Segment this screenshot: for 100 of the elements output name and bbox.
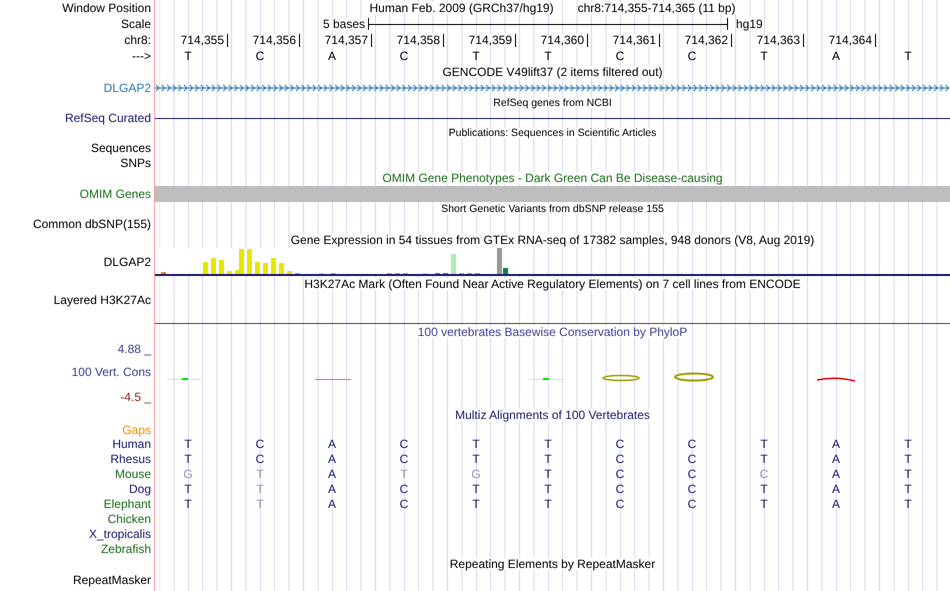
aligned-base: T xyxy=(256,468,264,480)
track-title[interactable]: Repeating Elements by RepeatMasker xyxy=(450,558,656,570)
aligned-base: T xyxy=(760,482,768,494)
base-letter: T xyxy=(760,50,768,62)
aligned-base: A xyxy=(832,438,840,450)
track-label[interactable]: Sequences xyxy=(90,142,151,154)
aligned-base: T xyxy=(544,468,552,480)
aligned-base: T xyxy=(184,482,192,494)
assembly-name: hg19 xyxy=(736,17,763,31)
aligned-base: T xyxy=(184,498,192,510)
track-title[interactable]: GENCODE V49lift37 (2 items filtered out) xyxy=(442,66,663,78)
track-title[interactable]: Short Genetic Variants from dbSNP release 155 xyxy=(441,204,664,214)
aligned-base: T xyxy=(904,498,912,510)
assembly-title: Human Feb. 2009 (GRCh37/hg19) xyxy=(369,2,554,14)
coordinate-tick: 714,357 xyxy=(324,34,372,46)
coordinate-tick: 714,363 xyxy=(756,34,804,46)
aligned-base: T xyxy=(544,452,552,464)
track-label[interactable]: Layered H3K27Ac xyxy=(54,294,151,306)
species-label[interactable]: Dog xyxy=(128,482,151,494)
coordinate-tick: 714,358 xyxy=(396,34,444,46)
coordinate-tick: 714,362 xyxy=(684,34,732,46)
aligned-base: T xyxy=(904,438,912,450)
base-letter: A xyxy=(328,50,336,62)
aligned-base: C xyxy=(688,452,696,464)
aligned-base: T xyxy=(760,438,768,450)
base-letter: C xyxy=(400,50,408,62)
aligned-base: A xyxy=(832,452,840,464)
species-label[interactable]: Rhesus xyxy=(110,452,151,464)
aligned-base: A xyxy=(328,468,336,480)
strand-label: ---> xyxy=(132,50,151,62)
aligned-base: A xyxy=(832,468,840,480)
base-letter: T xyxy=(472,50,480,62)
species-label[interactable]: Human xyxy=(112,438,151,450)
aligned-base: C xyxy=(616,468,624,480)
base-letter: C xyxy=(256,50,264,62)
coordinate-tick: 714,359 xyxy=(468,34,516,46)
aligned-base: A xyxy=(328,482,336,494)
aligned-base: C xyxy=(400,498,408,510)
coordinate-tick: 714,361 xyxy=(612,34,660,46)
track-label[interactable]: RefSeq Curated xyxy=(64,112,151,124)
aligned-base: T xyxy=(472,438,480,450)
species-label[interactable]: Zebrafish xyxy=(100,542,151,554)
base-letter: T xyxy=(184,50,192,62)
aligned-base: A xyxy=(832,482,840,494)
track-title[interactable]: 100 vertebrates Basewise Conservation by PhyloP xyxy=(418,326,688,338)
position-title: chr8:714,355-714,365 (11 bp) xyxy=(578,2,736,14)
aligned-base: C xyxy=(616,438,624,450)
gene-label[interactable]: DLGAP2 xyxy=(104,256,151,268)
species-label[interactable]: Elephant xyxy=(104,498,151,510)
species-label[interactable]: Mouse xyxy=(114,468,151,480)
axis-min-label: -4.5 _ xyxy=(120,391,151,403)
aligned-base: T xyxy=(544,482,552,494)
aligned-base: T xyxy=(544,438,552,450)
aligned-base: T xyxy=(400,468,408,480)
species-label[interactable]: X_tropicalis xyxy=(88,528,151,540)
aligned-base: C xyxy=(256,438,264,450)
aligned-base: T xyxy=(472,482,480,494)
track-title[interactable]: RefSeq genes from NCBI xyxy=(493,98,612,108)
aligned-base: A xyxy=(328,438,336,450)
aligned-base: T xyxy=(184,452,192,464)
aligned-base: C xyxy=(688,438,696,450)
track-title[interactable]: OMIM Gene Phenotypes - Dark Green Can Be Disease-causing xyxy=(382,172,723,184)
coordinate-tick: 714,356 xyxy=(252,34,300,46)
aligned-base: C xyxy=(256,452,264,464)
track-label[interactable]: RepeatMasker xyxy=(72,574,151,586)
aligned-base: C xyxy=(688,498,696,510)
aligned-base: C xyxy=(688,468,696,480)
base-letter: C xyxy=(616,50,624,62)
track-label: Scale xyxy=(120,18,151,30)
base-letter: A xyxy=(832,50,840,62)
track-label[interactable]: Common dbSNP(155) xyxy=(32,218,151,230)
aligned-base: C xyxy=(400,438,408,450)
aligned-base: T xyxy=(904,468,912,480)
track-title[interactable]: Gene Expression in 54 tissues from GTEx RNA-seq of 17382 samples, 948 donors (V8, Aug 2019) xyxy=(290,234,814,246)
aligned-base: C xyxy=(688,482,696,494)
aligned-base: T xyxy=(760,498,768,510)
track-title[interactable]: Publications: Sequences in Scientific Articles xyxy=(448,128,656,138)
aligned-base: T xyxy=(472,452,480,464)
base-letter: T xyxy=(544,50,552,62)
coordinate-tick: 714,364 xyxy=(828,34,876,46)
aligned-base: T xyxy=(904,452,912,464)
species-label[interactable]: Chicken xyxy=(108,512,151,524)
coordinate-tick: 714,360 xyxy=(540,34,588,46)
track-label[interactable]: OMIM Genes xyxy=(80,188,151,200)
axis-max-label: 4.88 _ xyxy=(118,342,151,354)
track-title[interactable]: Multiz Alignments of 100 Vertebrates xyxy=(455,409,650,421)
aligned-base: T xyxy=(760,452,768,464)
aligned-base: T xyxy=(544,498,552,510)
scale-size: 5 bases xyxy=(322,18,365,30)
track-title[interactable]: H3K27Ac Mark (Often Found Near Active Regulatory Elements) on 7 cell lines from ENCODE xyxy=(304,278,801,290)
track-label[interactable]: 100 Vert. Cons xyxy=(72,366,151,378)
aligned-base: C xyxy=(760,468,768,480)
aligned-base: C xyxy=(400,452,408,464)
base-letter: T xyxy=(904,50,912,62)
gene-label[interactable]: DLGAP2 xyxy=(104,82,151,94)
aligned-base: C xyxy=(400,482,408,494)
track-label: Window Position xyxy=(62,2,151,14)
aligned-base: A xyxy=(328,452,336,464)
track-label[interactable]: SNPs xyxy=(120,156,151,168)
aligned-base: C xyxy=(616,482,624,494)
